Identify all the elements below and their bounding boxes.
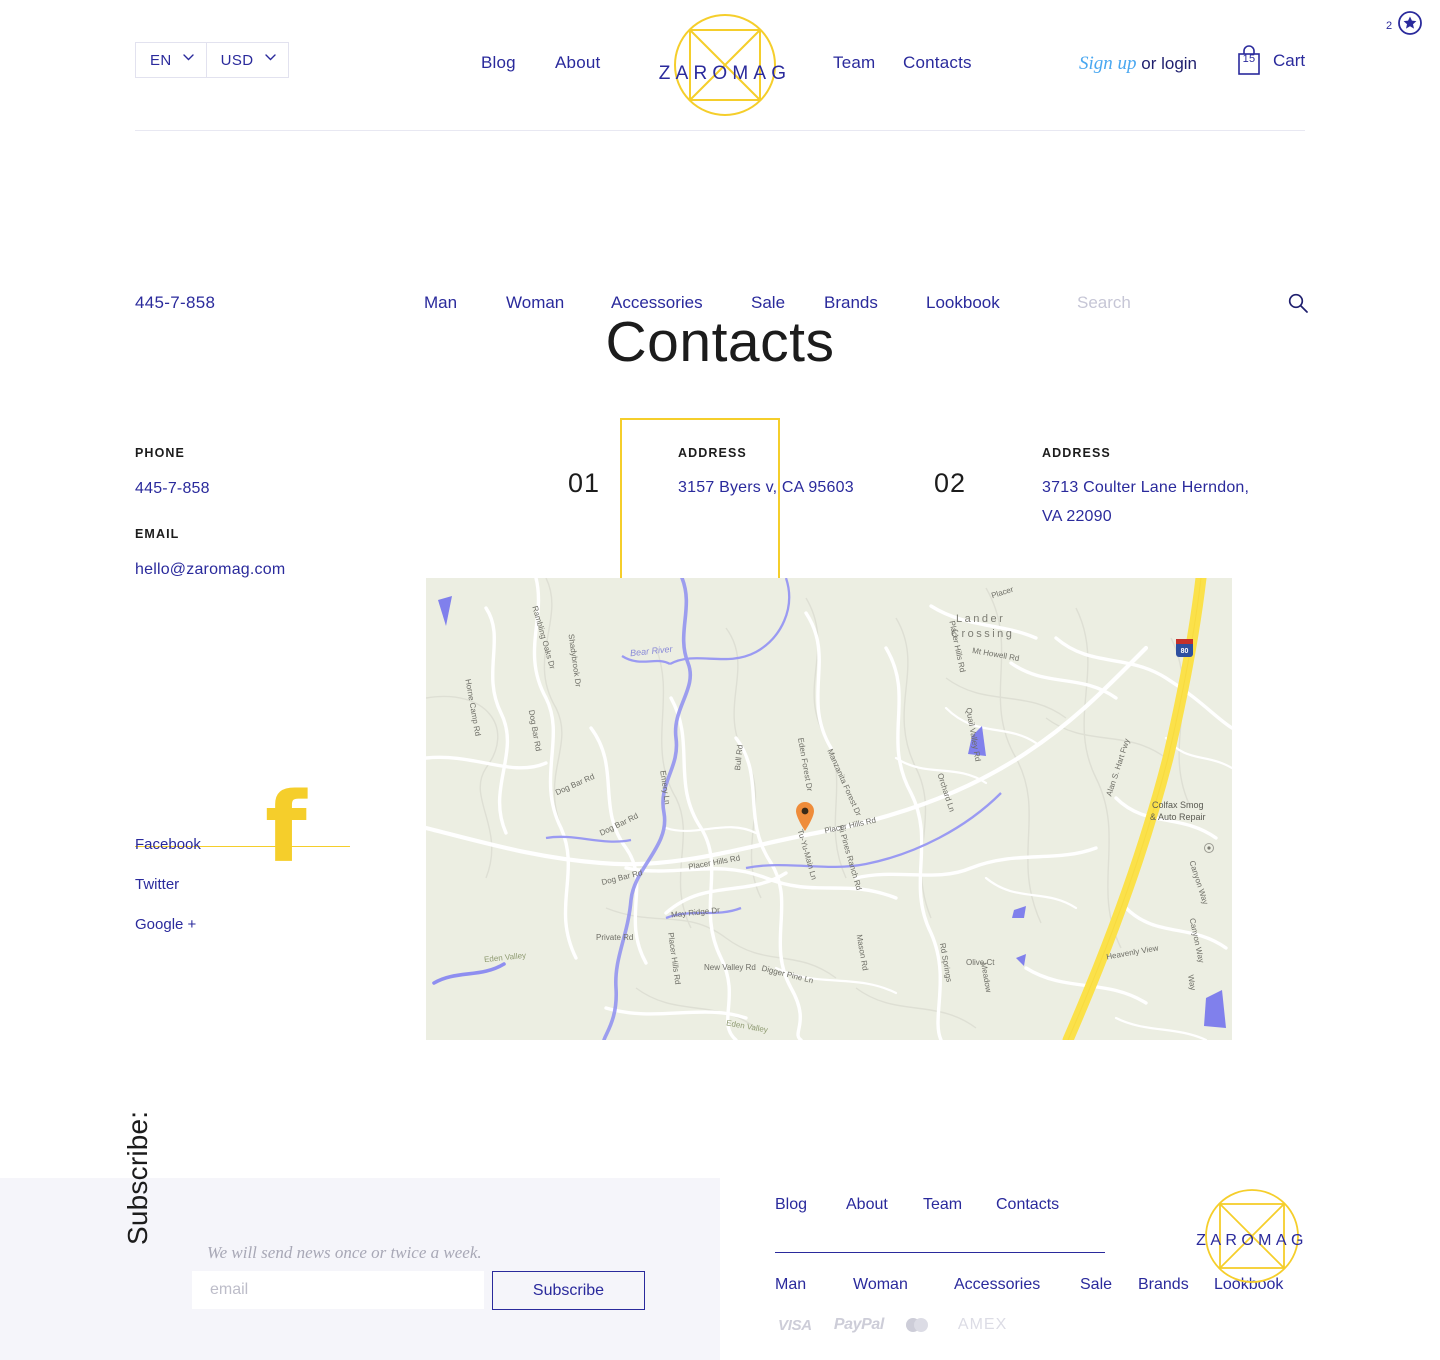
map-label-colfax-smog: Colfax Smog: [1152, 800, 1204, 810]
footer-link-team[interactable]: Team: [923, 1196, 996, 1214]
account-links: Sign up or login: [1079, 53, 1197, 75]
nav-item-blog[interactable]: Blog: [481, 53, 516, 73]
email-value[interactable]: hello@zaromag.com: [135, 555, 285, 584]
footer-link-about[interactable]: About: [846, 1196, 923, 1214]
email-block: EMAIL hello@zaromag.com: [135, 527, 285, 584]
social-links: Facebook Twitter Google +: [135, 836, 350, 956]
payment-methods: VISA PayPal AMEX: [778, 1316, 1007, 1334]
map-label-new-valley-rd: New Valley Rd: [704, 963, 756, 972]
map-label-olive-ct: Olive Ct: [966, 958, 995, 967]
footer-link-accessories[interactable]: Accessories: [954, 1276, 1080, 1294]
map-marker-pin[interactable]: [794, 800, 816, 832]
subscribe-panel: [0, 1178, 720, 1360]
subscribe-button[interactable]: Subscribe: [492, 1271, 645, 1310]
page-title: Contacts: [605, 310, 835, 374]
chevron-down-icon: [264, 53, 276, 63]
page-root: EN USD Blog About Team Contacts ZAROMAG …: [0, 0, 1440, 1360]
phone-block: PHONE 445-7-858: [135, 446, 210, 503]
address-label: ADDRESS: [678, 446, 747, 460]
map-label-auto-repair: & Auto Repair: [1150, 812, 1206, 822]
footer-nav-primary: Blog About Team Contacts: [775, 1196, 1059, 1214]
sign-up-link[interactable]: Sign up: [1079, 53, 1137, 74]
address-value: 3157 Byers v, CA 95603: [678, 479, 854, 496]
social-row-twitter: Twitter: [135, 876, 201, 916]
footer-divider: [775, 1252, 1105, 1253]
address-number: 02: [934, 468, 967, 498]
category-navbar: 445-7-858 Man Woman Accessories Sale Bra…: [0, 130, 1440, 316]
site-header: EN USD Blog About Team Contacts ZAROMAG …: [0, 0, 1440, 131]
location-map[interactable]: 80 Bear River Lander Crossing Mt Howell …: [426, 578, 1232, 1040]
nav-item-team[interactable]: Team: [833, 53, 875, 73]
star-circle-icon: [1397, 10, 1423, 41]
favorites-button[interactable]: 2: [1386, 10, 1423, 41]
cart-label: Cart: [1273, 50, 1306, 70]
nav-link-contacts[interactable]: Contacts: [903, 53, 972, 72]
nav-link-blog[interactable]: Blog: [481, 53, 516, 72]
nav-item-contacts[interactable]: Contacts: [903, 53, 972, 73]
logo-wordmark: ZAROMAG: [658, 63, 792, 84]
facebook-icon: f: [265, 772, 307, 884]
map-label-crossing: Crossing: [951, 628, 1015, 640]
mastercard-icon: [905, 1318, 936, 1332]
footer-logo-wordmark: ZAROMAG: [1196, 1232, 1308, 1249]
social-row-google: Google +: [135, 916, 201, 956]
phone-label: PHONE: [135, 446, 185, 460]
phone-value: 445-7-858: [135, 480, 210, 497]
footer-link-man[interactable]: Man: [775, 1276, 853, 1294]
footer-logo[interactable]: ZAROMAG: [1196, 1188, 1308, 1284]
subscribe-vertical-label: Subscribe:: [122, 1110, 153, 1245]
footer-link-blog[interactable]: Blog: [775, 1196, 846, 1214]
language-value: EN: [150, 51, 172, 69]
social-link-google-plus[interactable]: Google +: [135, 916, 196, 933]
social-row-facebook: Facebook: [135, 836, 350, 876]
address-number: 01: [568, 468, 601, 498]
cart-count: 15: [1242, 53, 1256, 65]
currency-value: USD: [220, 51, 254, 69]
footer-link-woman[interactable]: Woman: [853, 1276, 954, 1294]
map-label-lander: Lander: [956, 613, 1006, 625]
social-link-twitter[interactable]: Twitter: [135, 876, 179, 893]
visa-icon: VISA: [778, 1316, 812, 1334]
svg-text:80: 80: [1181, 648, 1189, 655]
address-block-02: 02 ADDRESS 3713 Coulter Lane Herndon, VA…: [934, 446, 1272, 531]
nav-item-about[interactable]: About: [555, 53, 600, 73]
cart-button[interactable]: 15 Cart: [1236, 44, 1305, 77]
nav-link-about[interactable]: About: [555, 53, 600, 72]
logo-circle-square-x-icon: [1196, 1189, 1308, 1288]
shopping-bag-icon: 15: [1236, 44, 1262, 77]
address-block-01: 01 ADDRESS 3157 Byers v, CA 95603: [568, 446, 854, 502]
login-link[interactable]: or login: [1137, 54, 1197, 73]
language-selector[interactable]: EN: [136, 43, 206, 77]
subscribe-note: We will send news once or twice a week.: [207, 1243, 482, 1262]
footer-link-sale[interactable]: Sale: [1080, 1276, 1138, 1294]
chevron-down-icon: [182, 53, 194, 63]
map-label-private-rd: Private Rd: [596, 933, 634, 942]
email-label: EMAIL: [135, 527, 180, 541]
amex-icon: AMEX: [957, 1316, 1008, 1333]
address-value: 3713 Coulter Lane Herndon, VA 22090: [1042, 479, 1250, 525]
favorites-count: 2: [1386, 19, 1393, 32]
site-logo[interactable]: ZAROMAG: [659, 13, 786, 118]
subscribe-email-input[interactable]: [192, 1271, 484, 1309]
currency-selector[interactable]: USD: [205, 43, 288, 77]
social-link-facebook[interactable]: Facebook: [135, 836, 201, 853]
nav-link-team[interactable]: Team: [833, 53, 875, 72]
paypal-icon: PayPal: [833, 1316, 884, 1333]
address-label: ADDRESS: [1042, 446, 1111, 460]
footer-link-contacts[interactable]: Contacts: [996, 1196, 1059, 1214]
locale-selectors: EN USD: [135, 42, 289, 78]
